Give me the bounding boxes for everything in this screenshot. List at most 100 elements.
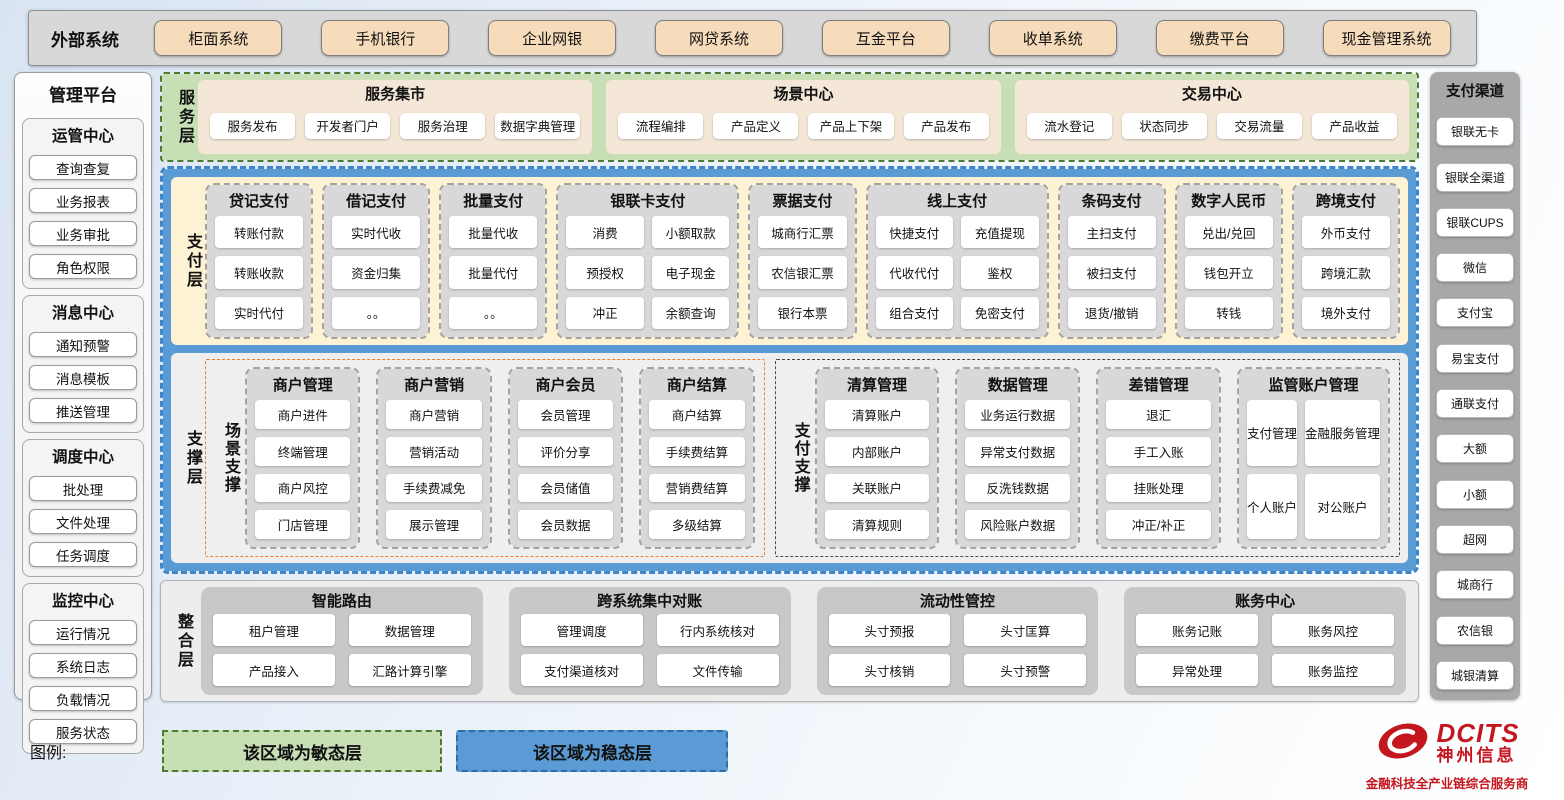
integration-group-items: 头寸预报头寸匡算头寸核销头寸预警	[829, 614, 1087, 686]
service-group-items: 服务发布开发者门户服务治理数据字典管理	[210, 106, 580, 145]
payment-column-title: 线上支付	[876, 188, 1039, 213]
payment-column-title: 借记支付	[332, 188, 420, 213]
payment-column: 票据支付 城商行汇票农信银汇票银行本票	[748, 183, 856, 339]
management-section: 调度中心 批处理文件处理任务调度	[22, 439, 144, 577]
module-box: 通知预警	[29, 332, 137, 357]
channel-box: 通联支付	[1436, 389, 1514, 418]
management-platform-title: 管理平台	[22, 77, 144, 112]
module-box: 反洗钱数据	[965, 474, 1070, 503]
dcits-swirl-icon	[1375, 717, 1431, 770]
service-layer-label: 服务层	[170, 80, 198, 154]
payment-column: 借记支付 实时代收资金归集。。	[322, 183, 430, 339]
module-box: 数据字典管理	[495, 113, 580, 139]
module-box: 管理调度	[521, 614, 643, 646]
support-column: 数据管理 业务运行数据异常支付数据反洗钱数据风险账户数据	[955, 367, 1080, 549]
channel-box: 小额	[1436, 480, 1514, 509]
module-box: 角色权限	[29, 254, 137, 279]
module-box: 头寸预警	[964, 654, 1086, 686]
module-box: 转钱	[1185, 297, 1273, 329]
payment-column-title: 跨境支付	[1302, 188, 1390, 213]
module-box: 会员储值	[518, 474, 613, 503]
external-system-box: 收单系统	[989, 20, 1117, 56]
external-system-box: 网贷系统	[655, 20, 783, 56]
payment-column-title: 条码支付	[1068, 188, 1156, 213]
module-box: 清算账户	[825, 400, 930, 429]
module-box: 产品收益	[1312, 113, 1397, 139]
module-box: 消费	[566, 216, 644, 248]
management-section-items: 通知预警消息模板推送管理	[29, 332, 137, 423]
module-box: 批量代付	[449, 256, 537, 288]
module-box: 服务治理	[400, 113, 485, 139]
legend: 图例: 该区域为敏态层 该区域为稳态层	[30, 729, 728, 773]
payment-channels-panel: 支付渠道 银联无卡银联全渠道银联CUPS微信支付宝易宝支付通联支付大额小额超网城…	[1430, 72, 1520, 700]
payment-column-title: 批量支付	[449, 188, 537, 213]
payment-column-items: 外币支付跨境汇款境外支付	[1302, 216, 1390, 329]
external-system-box: 企业网银	[488, 20, 616, 56]
management-section-title: 消息中心	[29, 299, 137, 324]
module-box: 流水登记	[1027, 113, 1112, 139]
dcits-logo: DCITS 神州信息 金融科技全产业链综合服务商	[1344, 717, 1550, 792]
module-box: 手续费减免	[386, 474, 481, 503]
support-column-items: 商户进件终端管理商户风控门店管理	[255, 400, 350, 539]
scene-support-label: 场景支撑	[215, 367, 245, 549]
external-systems-label: 外部系统	[51, 26, 119, 51]
support-column-title: 数据管理	[965, 372, 1070, 397]
channel-box: 支付宝	[1436, 298, 1514, 327]
support-layer-groups: 场景支撑 商户管理 商户进件终端管理商户风控门店管理 商户营销 商户营销营销	[205, 359, 1400, 557]
support-column: 商户管理 商户进件终端管理商户风控门店管理	[245, 367, 360, 549]
module-box: 会员管理	[518, 400, 613, 429]
module-box: 产品定义	[713, 113, 798, 139]
payment-support-columns: 清算管理 清算账户内部账户关联账户清算规则 数据管理 业务运行数据异常支付数据反…	[815, 367, 1390, 549]
module-box: 预授权	[566, 256, 644, 288]
module-box: 业务运行数据	[965, 400, 1070, 429]
payment-column-title: 票据支付	[758, 188, 846, 213]
integration-group-title: 流动性管控	[829, 590, 1087, 611]
module-box: 转账收款	[215, 256, 303, 288]
module-box: 小额取款	[652, 216, 730, 248]
payment-support-group: 支付支撑 清算管理 清算账户内部账户关联账户清算规则 数据管理 业务运行数据	[775, 359, 1400, 557]
external-system-box: 现金管理系统	[1323, 20, 1451, 56]
support-layer: 支撑层 场景支撑 商户管理 商户进件终端管理商户风控门店管理 商户营销	[171, 353, 1408, 563]
module-box: 账务监控	[1272, 654, 1394, 686]
stable-layer-container: 支付层 贷记支付 转账付款转账收款实时代付 借记支付 实时代收资金归集。。 批量…	[160, 166, 1419, 574]
module-box: 业务报表	[29, 188, 137, 213]
module-box: 城商行汇票	[758, 216, 846, 248]
management-section: 消息中心 通知预警消息模板推送管理	[22, 295, 144, 433]
module-box: 。。	[449, 297, 537, 329]
integration-layer-label: 整合层	[169, 587, 197, 695]
support-column: 监管账户管理 支付管理金融服务管理个人账户对公账户	[1237, 367, 1390, 549]
integration-group: 流动性管控 头寸预报头寸匡算头寸核销头寸预警	[817, 587, 1099, 695]
channel-box: 超网	[1436, 525, 1514, 554]
module-box: 。。	[332, 297, 420, 329]
support-column-items: 支付管理金融服务管理个人账户对公账户	[1247, 400, 1380, 539]
module-box: 退货/撤销	[1068, 297, 1156, 329]
module-box: 电子现金	[652, 256, 730, 288]
module-box: 充值提现	[961, 216, 1039, 248]
channel-box: 银联无卡	[1436, 117, 1514, 146]
logo-company-text: 神州信息	[1437, 746, 1517, 766]
payment-column: 数字人民币 兑出/兑回钱包开立转钱	[1175, 183, 1283, 339]
module-box: 兑出/兑回	[1185, 216, 1273, 248]
payment-column: 贷记支付 转账付款转账收款实时代付	[205, 183, 313, 339]
payment-column: 批量支付 批量代收批量代付。。	[439, 183, 547, 339]
module-box: 实时代收	[332, 216, 420, 248]
module-box: 流程编排	[618, 113, 703, 139]
module-box: 转账付款	[215, 216, 303, 248]
payment-channels-title: 支付渠道	[1436, 80, 1514, 101]
external-system-box: 缴费平台	[1156, 20, 1284, 56]
payment-column: 线上支付 快捷支付充值提现代收代付鉴权组合支付免密支付	[866, 183, 1049, 339]
management-section: 运管中心 查询查复业务报表业务审批角色权限	[22, 118, 144, 289]
external-system-box: 柜面系统	[154, 20, 282, 56]
support-column-items: 业务运行数据异常支付数据反洗钱数据风险账户数据	[965, 400, 1070, 539]
module-box: 个人账户	[1247, 474, 1297, 540]
integration-group-title: 跨系统集中对账	[521, 590, 779, 611]
module-box: 租户管理	[213, 614, 335, 646]
legend-agile-box: 该区域为敏态层	[162, 730, 442, 772]
service-group-items: 流水登记状态同步交易流量产品收益	[1027, 106, 1397, 145]
support-layer-label: 支撑层	[179, 359, 205, 557]
module-box: 免密支付	[961, 297, 1039, 329]
module-box: 支付管理	[1247, 400, 1297, 466]
support-column-title: 商户管理	[255, 372, 350, 397]
module-box: 对公账户	[1305, 474, 1380, 540]
payment-column-title: 数字人民币	[1185, 188, 1273, 213]
